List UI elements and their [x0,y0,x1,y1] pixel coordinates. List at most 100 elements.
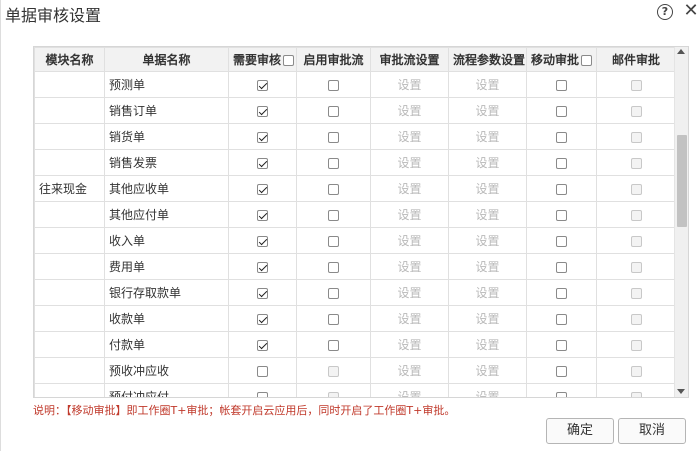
flow-params-link[interactable]: 设置 [475,182,499,196]
mobile-audit-checkbox[interactable] [556,339,567,351]
enable-flow-checkbox[interactable] [328,261,339,273]
flow-params-cell: 设置 [448,97,527,124]
enable-flow-checkbox[interactable] [328,183,339,195]
enable-flow-checkbox[interactable] [328,131,339,143]
mail-audit-checkbox [630,183,642,195]
need-audit-checkbox[interactable] [257,209,268,221]
enable-flow-cell [296,305,371,332]
flow-settings-cell: 设置 [370,201,449,228]
need-audit-checkbox[interactable] [257,79,268,91]
enable-flow-checkbox[interactable] [328,235,339,247]
mobile-audit-checkbox[interactable] [556,157,567,169]
mobile-audit-cell [526,149,597,176]
mobile-audit-cell [526,305,597,332]
flow-settings-link[interactable]: 设置 [397,130,421,144]
flow-settings-link[interactable]: 设置 [397,312,421,326]
need-audit-checkbox[interactable] [257,261,268,273]
flow-params-link[interactable]: 设置 [475,312,499,326]
need-audit-checkbox[interactable] [257,183,268,195]
flow-params-link[interactable]: 设置 [475,364,499,378]
scroll-down-arrow-icon[interactable] [677,389,685,394]
module-cell [34,201,105,228]
need-audit-checkbox[interactable] [257,287,268,299]
vertical-scrollbar[interactable] [674,47,688,397]
need-audit-checkbox[interactable] [257,235,268,247]
mobile-audit-checkbox[interactable] [556,365,567,377]
select-all-need-audit-checkbox[interactable] [283,55,295,66]
mail-audit-checkbox [630,339,642,351]
flow-params-link[interactable]: 设置 [475,338,499,352]
scroll-thumb[interactable] [677,135,687,227]
mobile-audit-checkbox[interactable] [556,391,567,397]
module-cell [34,123,105,150]
close-icon[interactable]: ✕ [682,1,700,21]
mobile-audit-checkbox[interactable] [556,287,567,299]
need-audit-checkbox[interactable] [257,339,268,351]
mobile-audit-checkbox[interactable] [556,79,567,91]
enable-flow-checkbox[interactable] [328,105,339,117]
need-audit-checkbox[interactable] [257,391,268,397]
flow-settings-link[interactable]: 设置 [397,260,421,274]
flow-params-link[interactable]: 设置 [475,234,499,248]
select-all-mobile-audit-checkbox[interactable] [581,55,593,66]
flow-settings-link[interactable]: 设置 [397,156,421,170]
table-row: 预收冲应收 设置 设置 [34,357,676,384]
enable-flow-checkbox[interactable] [328,79,339,91]
enable-flow-checkbox[interactable] [328,157,339,169]
enable-flow-checkbox[interactable] [328,313,339,325]
col-module: 模块名称 [34,47,105,72]
scroll-up-arrow-icon[interactable] [677,49,685,54]
need-audit-checkbox[interactable] [257,131,268,143]
flow-params-link[interactable]: 设置 [475,260,499,274]
flow-params-link[interactable]: 设置 [475,390,499,397]
mobile-audit-checkbox[interactable] [556,235,567,247]
flow-settings-link[interactable]: 设置 [397,364,421,378]
ok-button[interactable]: 确定 [546,418,614,444]
enable-flow-checkbox[interactable] [328,209,339,221]
cancel-button[interactable]: 取消 [618,418,686,444]
flow-params-link[interactable]: 设置 [475,286,499,300]
mobile-audit-checkbox[interactable] [556,313,567,325]
module-cell [34,149,105,176]
flow-params-link[interactable]: 设置 [475,130,499,144]
document-name-cell: 收入单 [104,227,229,254]
flow-settings-link[interactable]: 设置 [397,234,421,248]
mobile-audit-checkbox[interactable] [556,105,567,117]
enable-flow-checkbox[interactable] [328,287,339,299]
col-mobile-audit-label: 移动审批 [531,53,580,67]
col-need-audit: 需要审核 [228,47,297,72]
flow-settings-link[interactable]: 设置 [397,104,421,118]
flow-settings-link[interactable]: 设置 [397,286,421,300]
mail-audit-checkbox [630,391,642,397]
flow-settings-cell: 设置 [370,175,449,202]
flow-params-cell: 设置 [448,331,527,358]
mobile-audit-checkbox[interactable] [556,261,567,273]
flow-settings-link[interactable]: 设置 [397,338,421,352]
enable-flow-cell [296,123,371,150]
flow-params-link[interactable]: 设置 [475,104,499,118]
module-cell [34,97,105,124]
mobile-audit-checkbox[interactable] [556,209,567,221]
table-row: 费用单 设置 设置 [34,253,676,280]
need-audit-checkbox[interactable] [257,313,268,325]
mobile-audit-checkbox[interactable] [556,183,567,195]
flow-params-link[interactable]: 设置 [475,156,499,170]
mail-audit-checkbox [630,235,642,247]
help-icon[interactable]: ? [657,4,673,20]
flow-settings-link[interactable]: 设置 [397,208,421,222]
enable-flow-checkbox[interactable] [328,339,339,351]
need-audit-checkbox[interactable] [257,365,268,377]
flow-settings-link[interactable]: 设置 [397,390,421,397]
need-audit-checkbox[interactable] [257,157,268,169]
need-audit-checkbox[interactable] [257,105,268,117]
flow-params-link[interactable]: 设置 [475,208,499,222]
document-name-cell: 收款单 [104,305,229,332]
mail-audit-checkbox [630,105,642,117]
flow-settings-link[interactable]: 设置 [397,78,421,92]
mobile-audit-checkbox[interactable] [556,131,567,143]
flow-params-link[interactable]: 设置 [475,78,499,92]
table-row: 预付冲应付 设置 设置 [34,383,676,397]
flow-settings-link[interactable]: 设置 [397,182,421,196]
module-cell [34,71,105,98]
dialog-title: 单据审核设置 [5,6,102,25]
